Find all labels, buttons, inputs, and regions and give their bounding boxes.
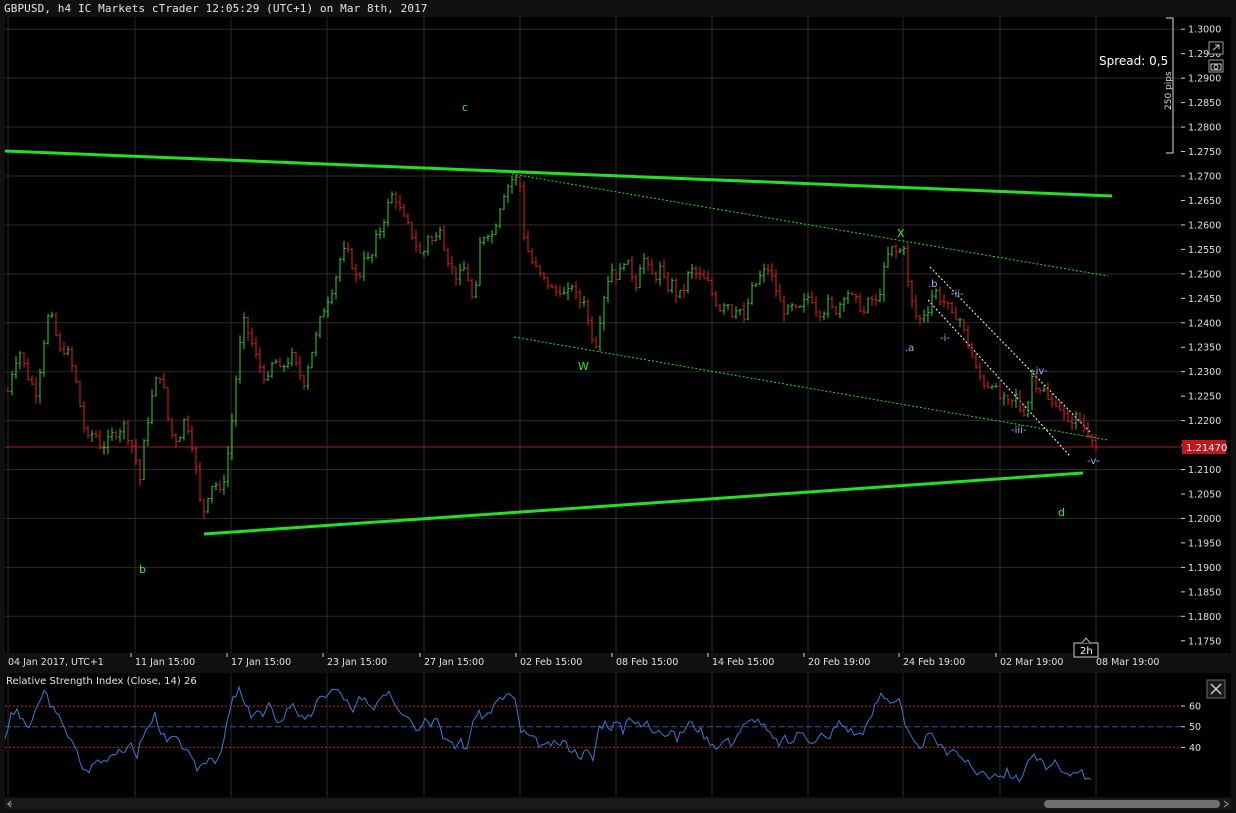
- y-tick-label: 1.1900: [1188, 563, 1221, 574]
- x-tick-label: 27 Jan 15:00: [424, 657, 484, 668]
- y-tick-label: 1.2100: [1188, 465, 1221, 476]
- y-tick-label: 1.2900: [1188, 74, 1221, 85]
- y-tick-label: 1.2500: [1188, 269, 1221, 280]
- y-tick-label: 1.1800: [1188, 612, 1221, 623]
- y-tick-label: 1.2200: [1188, 416, 1221, 427]
- wave-label-b: b: [139, 563, 146, 576]
- y-tick-label: 1.2750: [1188, 147, 1221, 158]
- wave-label-c: c: [462, 101, 468, 114]
- close-icon[interactable]: [1206, 679, 1226, 699]
- y-tick-label: 1.2850: [1188, 98, 1221, 109]
- rsi-y-tick-label: 50: [1189, 722, 1201, 733]
- y-tick-label: 1.2250: [1188, 392, 1221, 403]
- y-tick-label: 1.2000: [1188, 514, 1221, 525]
- x-tick-label: 17 Jan 15:00: [231, 657, 291, 668]
- y-tick-label: 1.3000: [1188, 25, 1221, 36]
- y-tick-label: 1.2400: [1188, 318, 1221, 329]
- x-tick-label: 20 Feb 19:00: [808, 657, 870, 668]
- chart-title: GBPUSD, h4 IC Markets cTrader 12:05:29 (…: [4, 2, 428, 15]
- x-tick-label: 11 Jan 15:00: [135, 657, 195, 668]
- rsi-title: Relative Strength Index (Close, 14) 26: [6, 676, 197, 687]
- x-tick-label: 08 Feb 15:00: [616, 657, 678, 668]
- wave-label-w: W: [578, 360, 589, 373]
- y-tick-label: 1.2050: [1188, 490, 1221, 501]
- price-pane: [5, 17, 1181, 653]
- y-tick-label: 1.1750: [1188, 636, 1221, 647]
- y-tick-label: 1.2300: [1188, 367, 1221, 378]
- scrollbar-thumb[interactable]: [1044, 800, 1220, 808]
- x-tick-label: 08 Mar 19:00: [1096, 657, 1159, 668]
- rsi-y-tick-label: 40: [1189, 743, 1201, 754]
- current-price-label: 1.21470: [1186, 443, 1227, 454]
- wave-label-iv: -iv-: [1032, 366, 1048, 377]
- wave-label-sub-a: .a: [905, 343, 914, 354]
- x-tick-label: 24 Feb 19:00: [903, 657, 965, 668]
- x-tick-label: 02 Mar 19:00: [1000, 657, 1063, 668]
- y-tick-label: 1.2700: [1188, 172, 1221, 183]
- y-tick-label: 1.2350: [1188, 343, 1221, 354]
- spread-label: Spread: 0,5: [1099, 54, 1169, 68]
- y-tick-label: 1.2550: [1188, 245, 1221, 256]
- maximize-icon[interactable]: [1208, 41, 1224, 55]
- chart-window: 1.3000 1.2950 1.2900 1.2850 1.2800 1.2750 1.27…: [0, 0, 1236, 813]
- wave-label-ii: -ii-: [951, 289, 964, 300]
- y-tick-label: 1.1950: [1188, 538, 1221, 549]
- y-tick-label: 1.2600: [1188, 220, 1221, 231]
- x-tick-label: 23 Jan 15:00: [327, 657, 387, 668]
- rsi-y-tick-label: 60: [1189, 702, 1201, 713]
- x-axis-ticks: 04 Jan 2017, UTC+1 11 Jan 15:00 17 Jan 15:…: [8, 653, 1159, 668]
- y-tick-label: 1.2650: [1188, 196, 1221, 207]
- x-tick-label: 04 Jan 2017, UTC+1: [8, 657, 104, 668]
- camera-icon[interactable]: [1208, 59, 1224, 73]
- wave-label-v: -v-: [1087, 456, 1100, 467]
- x-tick-label: 02 Feb 15:00: [520, 657, 582, 668]
- period-badge-label: 2h: [1080, 646, 1093, 657]
- y-tick-label: 1.1850: [1188, 587, 1221, 598]
- rsi-pane: [5, 673, 1181, 797]
- price-axis: [1181, 17, 1231, 653]
- wave-label-x: X: [897, 227, 905, 240]
- y-tick-label: 1.2450: [1188, 294, 1221, 305]
- wave-label-i: -i-: [940, 333, 950, 344]
- wave-label-iii: -iii-: [1011, 425, 1027, 436]
- scale-label: 250 pips: [1164, 71, 1174, 110]
- wave-label-sub-b: .b: [928, 279, 938, 290]
- y-tick-label: 1.2800: [1188, 123, 1221, 134]
- x-tick-label: 14 Feb 15:00: [712, 657, 774, 668]
- wave-label-d: d: [1058, 506, 1065, 519]
- price-chart[interactable]: 1.30001.29501.29001.28501.28001.27501.27…: [0, 0, 1236, 813]
